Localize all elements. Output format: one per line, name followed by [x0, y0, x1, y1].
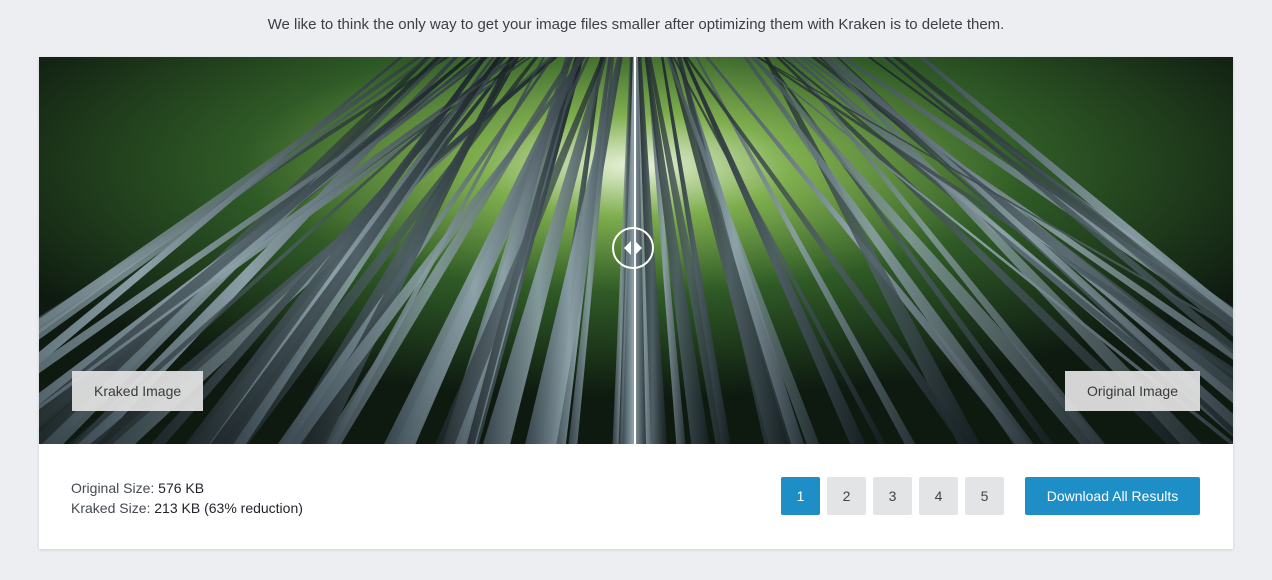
kraked-size-label: Kraked Size: [71, 500, 151, 516]
original-size-label: Original Size: [71, 480, 155, 496]
page: We like to think the only way to get you… [0, 0, 1272, 580]
image-comparison[interactable]: Kraked Image Original Image [39, 57, 1233, 444]
size-stats: Original Size: 576 KB Kraked Size: 213 K… [71, 478, 303, 518]
original-size-row: Original Size: 576 KB [71, 478, 303, 498]
original-image-label: Original Image [1064, 371, 1200, 411]
page-button-5[interactable]: 5 [965, 477, 1004, 515]
comparison-card: Kraked Image Original Image Original Siz… [39, 57, 1233, 549]
kraked-image-label: Kraked Image [72, 371, 204, 411]
original-size-value: 576 KB [158, 480, 205, 496]
results-footer: Original Size: 576 KB Kraked Size: 213 K… [39, 444, 1233, 549]
download-all-button[interactable]: Download All Results [1025, 477, 1200, 515]
slider-handle[interactable] [612, 227, 654, 269]
page-button-2[interactable]: 2 [827, 477, 866, 515]
pagination: 1 2 3 4 5 [781, 477, 1004, 515]
left-right-arrows-icon [624, 241, 642, 255]
page-button-1[interactable]: 1 [781, 477, 820, 515]
page-button-4[interactable]: 4 [919, 477, 958, 515]
kraked-size-row: Kraked Size: 213 KB (63% reduction) [71, 498, 303, 518]
tagline: We like to think the only way to get you… [267, 16, 1005, 33]
kraked-size-value: 213 KB (63% reduction) [154, 500, 303, 516]
page-button-3[interactable]: 3 [873, 477, 912, 515]
